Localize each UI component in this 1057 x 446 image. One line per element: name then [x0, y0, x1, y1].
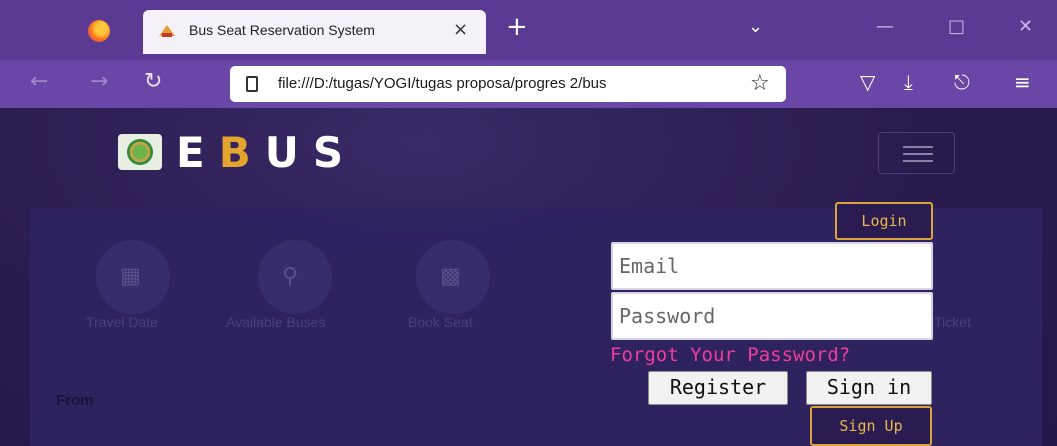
download-icon[interactable]: ⤓ — [904, 70, 913, 94]
extensions-icon[interactable]: ⎋ — [954, 70, 970, 94]
page-content: EBUS ▦ Travel Date ⚲ Available Buses ▩ B… — [0, 108, 1057, 446]
step-label: Travel Date — [86, 314, 158, 330]
step-book-seat: ▩ — [416, 240, 490, 314]
sign-up-button[interactable]: Sign Up — [810, 406, 932, 446]
step-label: Book Seat — [408, 314, 473, 330]
page-icon — [246, 76, 258, 92]
navbar-toggle-button[interactable] — [878, 132, 955, 174]
step-travel-date: ▦ — [96, 240, 170, 314]
star-icon[interactable]: ☆ — [750, 71, 770, 96]
forward-arrow-icon[interactable]: → — [90, 70, 108, 94]
pocket-icon[interactable]: ▽ — [860, 70, 875, 94]
bus-icon: ▩ — [440, 264, 461, 289]
sign-in-button[interactable]: Sign in — [806, 371, 932, 405]
back-arrow-icon[interactable]: ← — [30, 70, 48, 94]
password-field[interactable] — [611, 292, 933, 340]
search-icon: ⚲ — [282, 264, 299, 289]
bus-favicon-icon — [159, 25, 175, 37]
new-tab-button[interactable]: + — [506, 14, 528, 40]
address-bar[interactable]: file:///D:/tugas/YOGI/tugas proposa/prog… — [230, 66, 786, 102]
minimize-icon[interactable]: — — [876, 16, 894, 37]
step-available-buses: ⚲ — [258, 240, 332, 314]
login-button[interactable]: Login — [835, 202, 933, 240]
tab-close-icon[interactable]: × — [453, 19, 468, 40]
site-logo[interactable]: EBUS — [176, 128, 357, 177]
browser-nav-bar: ← → ↻ file:///D:/tugas/YOGI/tugas propos… — [0, 60, 1057, 108]
step-label: Ticket — [934, 314, 971, 330]
firefox-logo-icon — [88, 20, 110, 42]
tab-title: Bus Seat Reservation System — [189, 22, 375, 38]
hamburger-menu-icon[interactable]: ≡ — [1014, 70, 1031, 94]
logo-emblem — [118, 134, 162, 170]
email-field[interactable] — [611, 242, 933, 290]
maximize-icon[interactable]: □ — [948, 16, 965, 37]
tab-list-chevron-icon[interactable]: ⌄ — [748, 16, 763, 37]
step-label: Available Buses — [226, 314, 326, 330]
forgot-password-link[interactable]: Forgot Your Password? — [610, 344, 850, 366]
reload-icon[interactable]: ↻ — [144, 70, 162, 94]
browser-tab[interactable]: Bus Seat Reservation System × — [143, 10, 486, 54]
browser-tab-bar: Bus Seat Reservation System × + ⌄ — □ ✕ — [0, 0, 1057, 60]
close-window-icon[interactable]: ✕ — [1018, 16, 1033, 37]
calendar-icon: ▦ — [120, 264, 141, 289]
url-text[interactable]: file:///D:/tugas/YOGI/tugas proposa/prog… — [278, 75, 748, 92]
from-label: From — [56, 392, 94, 409]
register-button[interactable]: Register — [648, 371, 788, 405]
